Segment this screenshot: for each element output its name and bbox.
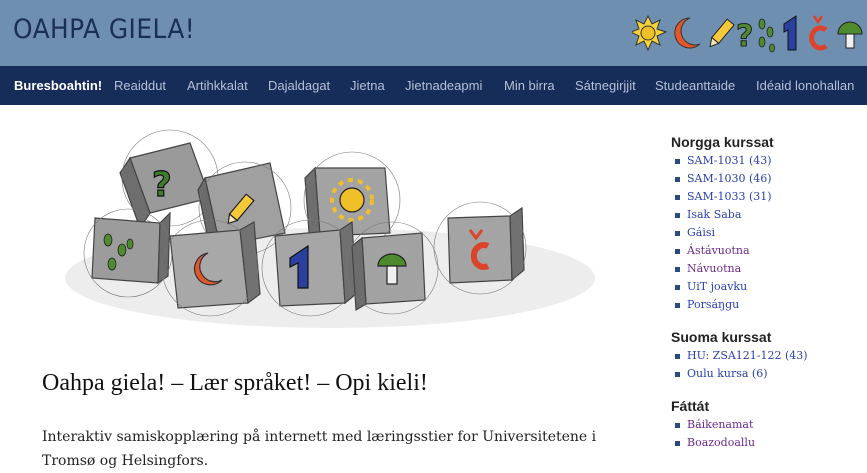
nav-item-studeanttaide[interactable]: Studeanttaide [655,66,735,105]
bullet-icon [675,423,680,428]
sidebar-heading: Suoma kurssat [671,329,772,345]
sidebar-heading: Fáttát [671,398,710,414]
bullet-icon [675,177,680,182]
intro-line: Tromsø og Helsingfors. [42,453,209,469]
list-item: Ástávuotna [671,242,861,260]
list-item: Oulu kursa (6) [671,365,861,383]
nav-item-jietna[interactable]: Jietna [350,66,385,105]
moon-block [161,219,261,317]
bullet-icon [675,249,680,254]
course-list: SAM-1031 (43) SAM-1030 (46) SAM-1033 (31… [671,152,861,314]
list-item: Návuotna [671,260,861,278]
footprints-icon [758,18,775,53]
bullet-icon [675,159,680,164]
sidebar-heading: Norgga kurssat [671,134,774,150]
sidebar-section-suoma: Suoma kurssat HU: ZSA121-122 (43) Oulu k… [671,329,861,383]
course-link-hu-zsa121[interactable]: HU: ZSA121-122 (43) [687,349,808,362]
page-heading: Oahpa giela! – Lær språket! – Opi kieli! [42,370,428,396]
hero-blocks-illustration: ? [65,129,595,328]
list-item: SAM-1031 (43) [671,152,861,170]
sidebar-section-fattat: Fáttát Báikenamat Boazodoallu [671,398,861,452]
bullet-icon [675,195,680,200]
bullet-icon [675,372,680,377]
nav-item-jietnadeapmi[interactable]: Jietnadeapmi [405,66,482,105]
course-link-gaisi[interactable]: Gáisi [687,226,715,239]
course-link-oulu-kursa[interactable]: Oulu kursa (6) [687,367,768,380]
nav-item-dajaldagat[interactable]: Dajaldagat [268,66,330,105]
course-link-sam-1033[interactable]: SAM-1033 (31) [687,190,772,203]
site-title[interactable]: OAHPA GIELA! [13,14,195,45]
bullet-icon [675,354,680,359]
svg-text:?: ? [152,165,172,205]
nav-item-ideaid-lonohallan[interactable]: Idéaid lonohallan [756,66,854,105]
list-item: UiT joavku [671,278,861,296]
list-item: Gáisi [671,224,861,242]
nav-item-artihkkalat[interactable]: Artihkkalat [187,66,248,105]
course-link-isak-saba[interactable]: Isak Saba [687,208,741,221]
sidebar-section-norgga: Norgga kurssat SAM-1031 (43) SAM-1030 (4… [671,134,861,314]
course-link-sam-1031[interactable]: SAM-1031 (43) [687,154,772,167]
bullet-icon [675,213,680,218]
bullet-icon [675,285,680,290]
site-header: OAHPA GIELA! ? [0,0,867,67]
number-one-icon [783,15,797,51]
bullet-icon [675,303,680,308]
bullet-icon [675,231,680,236]
svg-text:?: ? [736,19,753,54]
course-list: HU: ZSA121-122 (43) Oulu kursa (6) [671,347,861,383]
sidebar: Norgga kurssat SAM-1031 (43) SAM-1030 (4… [671,134,861,467]
moon-icon [674,17,701,49]
list-item: Porsáŋgu [671,296,861,314]
nav-item-satnegirjjit[interactable]: Sátnegirjjit [575,66,636,105]
list-item: SAM-1030 (46) [671,170,861,188]
main-navigation: Buresboahtin! Reaiddut Artihkkalat Dajal… [0,66,867,105]
intro-line: Interaktiv samiskopplæring på internett … [42,429,597,445]
bullet-icon [675,267,680,272]
bullet-icon [675,441,680,446]
topic-list: Báikenamat Boazodoallu [671,416,861,452]
list-item: Isak Saba [671,206,861,224]
pencil-icon [709,18,735,48]
c-caron-icon [809,15,828,51]
mushroom-icon [837,21,863,49]
nav-item-reaiddut[interactable]: Reaiddut [114,66,166,105]
nav-item-min-birra[interactable]: Min birra [504,66,555,105]
list-item: Báikenamat [671,416,861,434]
course-link-astavuotna[interactable]: Ástávuotna [687,244,750,257]
nav-item-buresboahtin[interactable]: Buresboahtin! [14,66,102,105]
course-link-uit-joavku[interactable]: UiT joavku [687,280,747,293]
list-item: HU: ZSA121-122 (43) [671,347,861,365]
list-item: Boazodoallu [671,434,861,452]
list-item: SAM-1033 (31) [671,188,861,206]
course-link-porsangu[interactable]: Porsáŋgu [687,298,739,311]
course-link-sam-1030[interactable]: SAM-1030 (46) [687,172,772,185]
question-icon: ? [736,19,754,55]
sun-icon [632,14,668,52]
topic-link-boazodoallu[interactable]: Boazodoallu [687,436,755,449]
course-link-navuotna[interactable]: Návuotna [687,262,741,275]
topic-link-baikenamat[interactable]: Báikenamat [687,418,753,431]
logo-icons: ? [632,14,863,55]
